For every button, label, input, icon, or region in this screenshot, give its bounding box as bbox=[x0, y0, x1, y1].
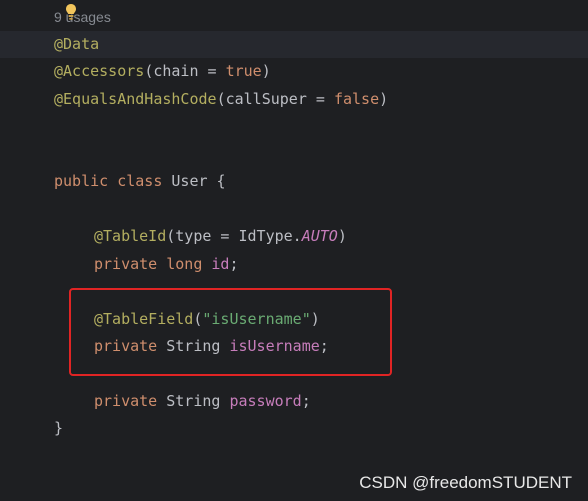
keyword-private: private bbox=[94, 255, 158, 273]
id-semicolon: ; bbox=[229, 255, 239, 273]
code-line-3: @EqualsAndHashCode(callSuper = false) bbox=[54, 86, 388, 113]
code-area[interactable]: @Data @Accessors(chain = true) @EqualsAn… bbox=[54, 0, 588, 501]
editor-gutter[interactable] bbox=[0, 0, 50, 501]
field-id: id bbox=[211, 255, 230, 273]
field-password: password bbox=[229, 392, 302, 410]
close-brace: } bbox=[54, 419, 64, 437]
keyword-private: private bbox=[94, 392, 158, 410]
equals-hashcode-args: (callSuper = bbox=[216, 90, 334, 108]
accessors-close: ) bbox=[261, 62, 271, 80]
tableid-const: AUTO bbox=[301, 227, 338, 245]
accessors-args: (chain = bbox=[144, 62, 226, 80]
annotation-tableid: @TableId bbox=[94, 227, 167, 245]
keyword-class: class bbox=[117, 172, 163, 190]
class-name: User { bbox=[171, 172, 226, 190]
code-line-2: @Accessors(chain = true) bbox=[54, 58, 271, 85]
equals-hashcode-value: false bbox=[333, 90, 380, 108]
accessors-value: true bbox=[225, 62, 262, 80]
password-semicolon: ; bbox=[301, 392, 311, 410]
watermark: CSDN @freedomSTUDENT bbox=[359, 473, 572, 492]
equals-hashcode-close: ) bbox=[379, 90, 389, 108]
tableid-args: (type = IdType. bbox=[166, 227, 302, 245]
annotation-accessors: @Accessors bbox=[54, 62, 145, 80]
annotation-equals-hashcode: @EqualsAndHashCode bbox=[54, 90, 217, 108]
code-line-class-decl: public class User { bbox=[54, 168, 226, 195]
code-line-1: @Data bbox=[54, 31, 99, 58]
annotation-data: @Data bbox=[54, 35, 100, 53]
code-line-close-brace: } bbox=[54, 415, 63, 442]
keyword-long: long bbox=[166, 255, 203, 273]
type-string: String bbox=[166, 392, 221, 410]
tableid-close: ) bbox=[337, 227, 347, 245]
code-line-tableid: @TableId(type = IdType.AUTO) bbox=[94, 223, 347, 250]
code-editor[interactable]: 9 usages @Data @Accessors(chain = true) … bbox=[0, 0, 588, 501]
code-line-password-field: private String password; bbox=[94, 388, 311, 415]
keyword-public: public bbox=[54, 172, 109, 190]
highlight-box bbox=[69, 288, 392, 376]
code-line-id-field: private long id; bbox=[94, 251, 239, 278]
